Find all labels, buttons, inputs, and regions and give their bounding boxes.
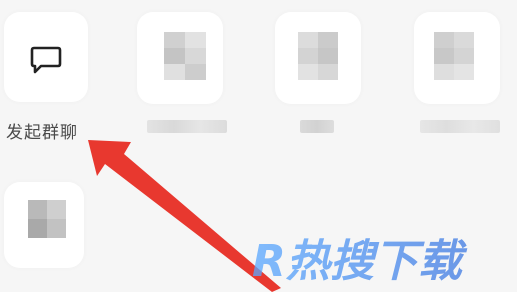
obscured-label xyxy=(147,120,227,133)
pixelated-icon xyxy=(298,32,338,80)
start-group-chat-tile[interactable] xyxy=(4,12,88,102)
start-group-chat-label: 发起群聊 xyxy=(6,123,78,143)
pixelated-icon xyxy=(28,200,66,238)
chat-bubble-icon xyxy=(30,46,62,74)
watermark-text: R热搜下载 xyxy=(252,236,468,287)
pixelated-icon xyxy=(164,32,206,80)
watermark-logo: R热搜下载 xyxy=(252,236,468,287)
obscured-label xyxy=(420,120,500,133)
obscured-label xyxy=(300,120,334,133)
pixelated-icon xyxy=(434,32,474,80)
